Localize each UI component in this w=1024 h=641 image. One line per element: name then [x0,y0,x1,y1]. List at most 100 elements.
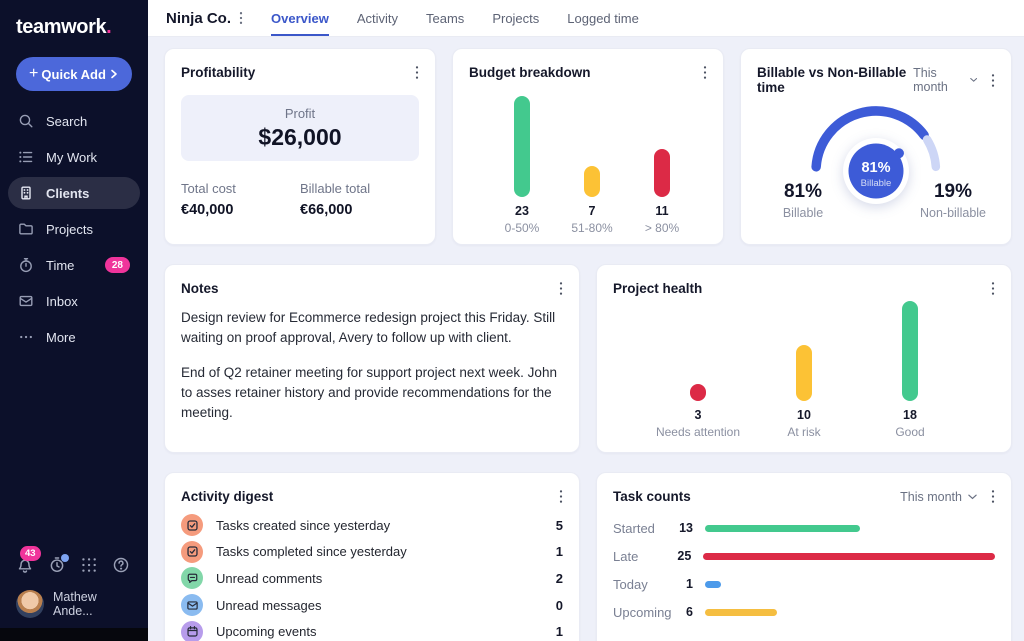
sidebar-item-search[interactable]: Search [8,105,140,137]
timer-icon[interactable] [48,556,66,574]
sidebar-footer: 43 Mathew Ande... [0,556,148,641]
time-range-dropdown[interactable]: This month [900,490,977,504]
task-count-bar [703,553,995,560]
bar-column: 3Needs attention [648,301,748,401]
time-badge: 28 [105,257,130,273]
task-check-icon [181,514,203,536]
chevron-down-icon [968,494,977,500]
logo-dot: . [106,16,111,38]
activity-count: 1 [556,544,563,559]
sidebar-item-label: My Work [46,150,97,165]
user-profile[interactable]: Mathew Ande... [0,586,148,628]
dashboard-grid: Profitability Profit $26,000 Total cost … [148,37,1024,641]
kebab-menu-icon[interactable] [415,65,419,80]
notifications-bell-icon[interactable]: 43 [16,556,34,574]
avatar [16,590,44,618]
activity-count: 2 [556,571,563,586]
card-title: Budget breakdown [469,65,591,80]
topbar: Ninja Co. Overview Activity Teams Projec… [148,0,1024,37]
building-icon [18,185,34,201]
folder-icon [18,221,34,237]
total-cost-stat: Total cost €40,000 [181,181,300,218]
kebab-menu-icon[interactable] [991,73,995,88]
bar-value: 3 [648,408,748,422]
tab-logged-time[interactable]: Logged time [567,0,639,36]
main-area: Ninja Co. Overview Activity Teams Projec… [148,0,1024,641]
kebab-menu-icon[interactable] [991,281,995,296]
sidebar-item-label: Clients [46,186,89,201]
calendar-icon [181,621,203,641]
task-count-bar [705,525,860,532]
sidebar-item-time[interactable]: Time 28 [8,249,140,281]
card-activity-digest: Activity digest Tasks created since yest… [164,472,580,641]
card-title: Profitability [181,65,255,80]
stat-value: €66,000 [300,202,419,218]
sidebar-item-clients[interactable]: Clients [8,177,140,209]
stat-label: Total cost [181,181,300,196]
bar-value: 18 [860,408,960,422]
card-billable-time: Billable vs Non-Billable time This month… [740,48,1012,245]
time-range-dropdown[interactable]: This month [913,66,977,94]
teamwork-logo: teamwork. [0,0,148,49]
logo-text: teamwork [16,16,106,38]
card-profitability: Profitability Profit $26,000 Total cost … [164,48,436,245]
bar-category: Needs attention [651,425,745,441]
profit-value: $26,000 [258,124,341,151]
time-range-value: This month [913,66,964,94]
kebab-menu-icon[interactable] [559,489,563,504]
kebab-menu-icon[interactable] [559,281,563,296]
quick-add-button[interactable]: + Quick Add [16,57,132,91]
task-status-label: Started [613,521,669,536]
apps-grid-icon[interactable] [80,556,98,574]
help-icon[interactable] [112,556,130,574]
sidebar-item-inbox[interactable]: Inbox [8,285,140,317]
sidebar-item-more[interactable]: More [8,321,140,353]
tab-activity[interactable]: Activity [357,0,398,36]
stat-value: €40,000 [181,202,300,218]
sidebar-nav: Search My Work Clients Projects [0,99,148,353]
profit-label: Profit [285,106,315,121]
activity-label: Tasks created since yesterday [216,518,543,533]
sidebar-item-label: Search [46,114,87,129]
client-menu-kebab-icon[interactable] [239,11,243,25]
bar-category: Good [863,425,957,441]
notifications-badge: 43 [20,546,41,561]
activity-label: Tasks completed since yesterday [216,544,543,559]
note-paragraph: End of Q2 retainer meeting for support p… [181,363,563,424]
task-count-value: 1 [669,577,693,591]
bar-category: > 80% [615,221,709,237]
bar-column: 18Good [860,301,960,401]
card-title: Activity digest [181,489,273,504]
bar-value: 10 [754,408,854,422]
bar-column: 11> 80% [627,96,697,197]
sidebar-item-label: Projects [46,222,93,237]
sidebar-item-label: Inbox [46,294,78,309]
bar-category: At risk [757,425,851,441]
activity-row: Tasks completed since yesterday 1 [181,539,563,566]
sidebar-item-projects[interactable]: Projects [8,213,140,245]
tab-teams[interactable]: Teams [426,0,464,36]
kebab-menu-icon[interactable] [703,65,707,80]
stopwatch-icon [18,257,34,273]
activity-count: 0 [556,598,563,613]
tab-overview[interactable]: Overview [271,0,329,36]
bar-column: 10At risk [754,301,854,401]
note-paragraph: Design review for Ecommerce redesign pro… [181,308,563,349]
task-count-row: Upcoming6 [613,598,995,626]
activity-row: Tasks created since yesterday5 [181,512,563,539]
kebab-menu-icon[interactable] [991,489,995,504]
budget-breakdown-chart: 230-50%751-80%11> 80% [473,96,711,197]
card-title: Billable vs Non-Billable time [757,65,913,95]
activity-row: Unread messages 0 [181,592,563,619]
activity-label: Unread messages [216,598,543,613]
activity-row: Upcoming events1 [181,618,563,641]
activity-digest-list: Tasks created since yesterday5Tasks comp… [181,512,563,641]
tab-projects[interactable]: Projects [492,0,539,36]
task-count-value: 25 [668,549,691,563]
card-title: Notes [181,281,219,296]
chevron-right-icon[interactable] [109,69,119,79]
bar [514,96,530,197]
sidebar-item-my-work[interactable]: My Work [8,141,140,173]
card-project-health: Project health 3Needs attention10At risk… [596,264,1012,453]
task-count-value: 13 [669,521,693,535]
